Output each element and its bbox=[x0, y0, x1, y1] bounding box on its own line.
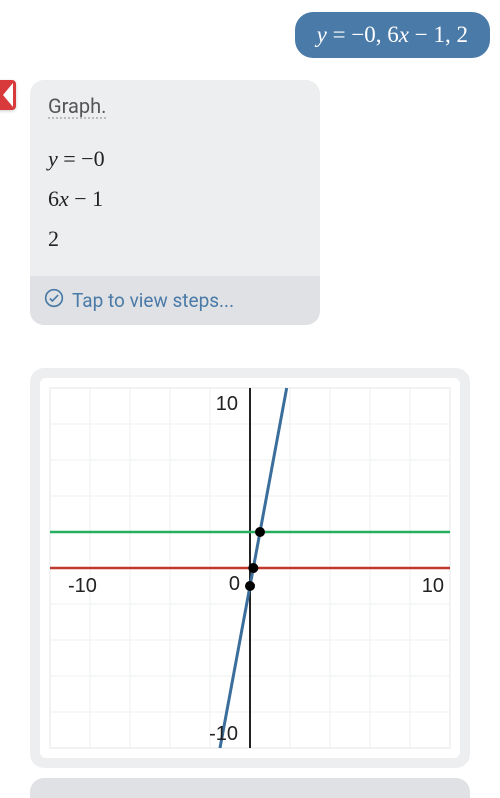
svg-text:10: 10 bbox=[422, 575, 444, 597]
view-steps-button[interactable]: Tap to view steps... bbox=[30, 276, 320, 325]
user-input-text: y = −0, 6x − 1, 2 bbox=[317, 22, 468, 47]
chart-plot[interactable]: 10 -10 -10 10 0 bbox=[40, 378, 460, 758]
app-logo-icon bbox=[0, 80, 16, 110]
svg-text:-10: -10 bbox=[68, 575, 97, 597]
equation-line-0: y = −0 bbox=[48, 146, 302, 172]
answer-body: Graph. y = −0 6x − 1 2 bbox=[30, 80, 320, 276]
answer-heading[interactable]: Graph. bbox=[48, 94, 106, 118]
svg-text:10: 10 bbox=[216, 393, 238, 415]
equation-line-1: 6x − 1 bbox=[48, 186, 302, 212]
answer-card: Graph. y = −0 6x − 1 2 Tap to view steps… bbox=[30, 80, 320, 325]
equation-line-2: 2 bbox=[48, 226, 302, 252]
chart-card[interactable]: 10 -10 -10 10 0 bbox=[30, 368, 470, 768]
user-input-bubble[interactable]: y = −0, 6x − 1, 2 bbox=[295, 12, 490, 58]
check-icon bbox=[44, 288, 64, 313]
view-steps-label: Tap to view steps... bbox=[72, 289, 234, 312]
svg-text:0: 0 bbox=[229, 573, 240, 595]
svg-text:-10: -10 bbox=[209, 723, 238, 745]
next-card-peek bbox=[30, 778, 470, 798]
